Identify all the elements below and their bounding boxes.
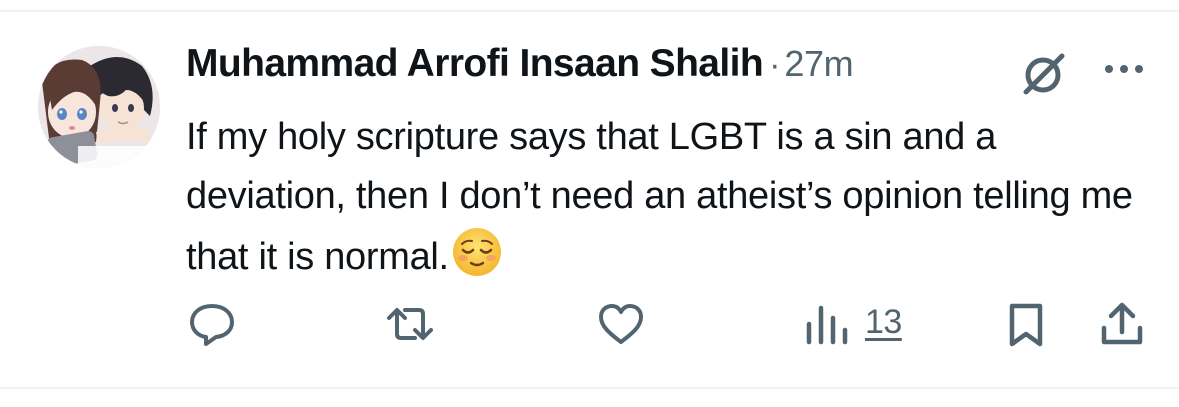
timestamp[interactable]: 27m — [784, 43, 853, 84]
bookmark-icon[interactable] — [1003, 300, 1049, 348]
avatar-image — [38, 46, 160, 168]
separator-dot: · — [769, 46, 781, 84]
top-divider — [0, 10, 1179, 12]
views-icon — [806, 305, 848, 345]
more-icon[interactable] — [1102, 62, 1146, 76]
post-text-container: If my holy scripture says that LGBT is a… — [186, 108, 1166, 287]
retweet-icon[interactable] — [383, 300, 437, 348]
bottom-divider — [0, 387, 1179, 389]
post-header: Muhammad Arrofi Insaan Shalih · 27m — [186, 42, 854, 94]
avatar[interactable] — [38, 46, 160, 168]
views-count[interactable]: 13 — [865, 303, 902, 342]
post-text: If my holy scripture says that LGBT is a… — [186, 116, 1133, 278]
author-name[interactable]: Muhammad Arrofi Insaan Shalih — [186, 42, 764, 85]
share-icon[interactable] — [1097, 300, 1147, 348]
like-icon[interactable] — [595, 300, 647, 348]
reply-icon[interactable] — [188, 300, 236, 348]
relieved-face-emoji-icon — [452, 228, 501, 276]
grok-icon[interactable] — [1020, 50, 1068, 96]
views-button[interactable]: 13 — [803, 300, 913, 348]
